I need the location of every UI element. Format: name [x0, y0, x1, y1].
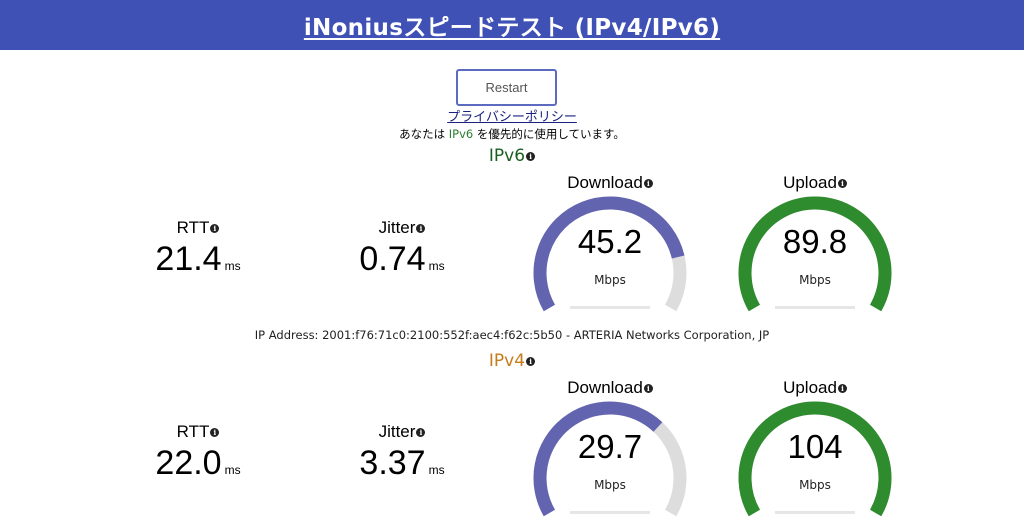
- upload-unit: Mbps: [799, 273, 831, 287]
- info-icon[interactable]: i: [526, 151, 536, 161]
- ipv6-title: IPv6 i: [0, 146, 1024, 166]
- info-icon[interactable]: i: [837, 384, 847, 394]
- protocol-preference: あなたは IPv6 を優先的に使用しています。: [0, 126, 1024, 142]
- privacy-policy-row: プライバシーポリシー: [0, 106, 1024, 125]
- info-icon[interactable]: i: [526, 356, 536, 366]
- gauge-progress-track: [775, 306, 855, 309]
- ipv4-rtt: RTT i 22.0 ms: [128, 422, 268, 483]
- ipv6-title-text: IPv6: [488, 146, 526, 166]
- ipv4-title: IPv4 i: [0, 351, 1024, 371]
- download-unit: Mbps: [594, 478, 626, 492]
- info-icon[interactable]: i: [416, 224, 426, 234]
- rtt-unit: ms: [224, 259, 241, 273]
- jitter-number: 0.74: [359, 240, 426, 278]
- page-title[interactable]: iNoniusスピードテスト (IPv4/IPv6): [304, 8, 720, 42]
- info-icon[interactable]: i: [643, 384, 653, 394]
- jitter-unit: ms: [428, 259, 445, 273]
- rtt-label-text: RTT: [176, 218, 210, 237]
- jitter-number: 3.37: [359, 444, 426, 482]
- jitter-value: 0.74 ms: [332, 240, 472, 279]
- download-value: 45.2: [577, 223, 643, 260]
- upload-label: Upload i: [730, 173, 900, 193]
- ipv6-upload-gauge: Upload i 89.8 Mbps: [730, 173, 900, 313]
- rtt-unit: ms: [224, 463, 241, 477]
- jitter-label-text: Jitter: [378, 422, 416, 441]
- info-icon[interactable]: i: [416, 428, 426, 438]
- info-icon[interactable]: i: [643, 179, 653, 189]
- pref-suffix: を優先的に使用しています。: [473, 127, 625, 141]
- upload-label-text: Upload: [783, 173, 837, 192]
- pref-mode: IPv6: [448, 127, 474, 141]
- info-icon[interactable]: i: [210, 224, 220, 234]
- upload-value: 104: [787, 428, 843, 465]
- gauge-progress-track: [570, 511, 650, 514]
- privacy-policy-link[interactable]: プライバシーポリシー: [447, 110, 577, 125]
- ipv4-title-text: IPv4: [488, 351, 526, 371]
- upload-label-text: Upload: [783, 378, 837, 397]
- jitter-unit: ms: [428, 463, 445, 477]
- rtt-number: 22.0: [155, 444, 222, 482]
- download-unit: Mbps: [594, 273, 626, 287]
- gauge-progress-track: [570, 306, 650, 309]
- info-icon[interactable]: i: [210, 428, 220, 438]
- info-icon[interactable]: i: [837, 179, 847, 189]
- gauge-progress-track: [775, 511, 855, 514]
- download-value: 29.7: [577, 428, 643, 465]
- ipv4-upload-gauge: Upload i 104 Mbps: [730, 378, 900, 518]
- ipv6-download-gauge: Download i 45.2 Mbps: [525, 173, 695, 313]
- ipv4-download-gauge: Download i 29.7 Mbps: [525, 378, 695, 518]
- rtt-number: 21.4: [155, 240, 222, 278]
- jitter-label: Jitter i: [332, 218, 472, 238]
- jitter-label-text: Jitter: [378, 218, 416, 237]
- ipv4-jitter: Jitter i 3.37 ms: [332, 422, 472, 483]
- pref-prefix: あなたは: [399, 127, 449, 141]
- restart-button[interactable]: Restart: [456, 69, 557, 106]
- rtt-label-text: RTT: [176, 422, 210, 441]
- ipv6-rtt: RTT i 21.4 ms: [128, 218, 268, 279]
- download-label-text: Download: [567, 173, 643, 192]
- upload-label: Upload i: [730, 378, 900, 398]
- rtt-value: 22.0 ms: [128, 444, 268, 483]
- upload-value: 89.8: [782, 223, 848, 260]
- ip-address-info: IP Address: 2001:f76:71c0:2100:552f:aec4…: [254, 328, 770, 342]
- rtt-label: RTT i: [128, 422, 268, 442]
- download-label-text: Download: [567, 378, 643, 397]
- download-label: Download i: [525, 173, 695, 193]
- ipv6-jitter: Jitter i 0.74 ms: [332, 218, 472, 279]
- jitter-value: 3.37 ms: [332, 444, 472, 483]
- rtt-label: RTT i: [128, 218, 268, 238]
- download-label: Download i: [525, 378, 695, 398]
- jitter-label: Jitter i: [332, 422, 472, 442]
- rtt-value: 21.4 ms: [128, 240, 268, 279]
- app-header: iNoniusスピードテスト (IPv4/IPv6): [0, 0, 1024, 50]
- upload-unit: Mbps: [799, 478, 831, 492]
